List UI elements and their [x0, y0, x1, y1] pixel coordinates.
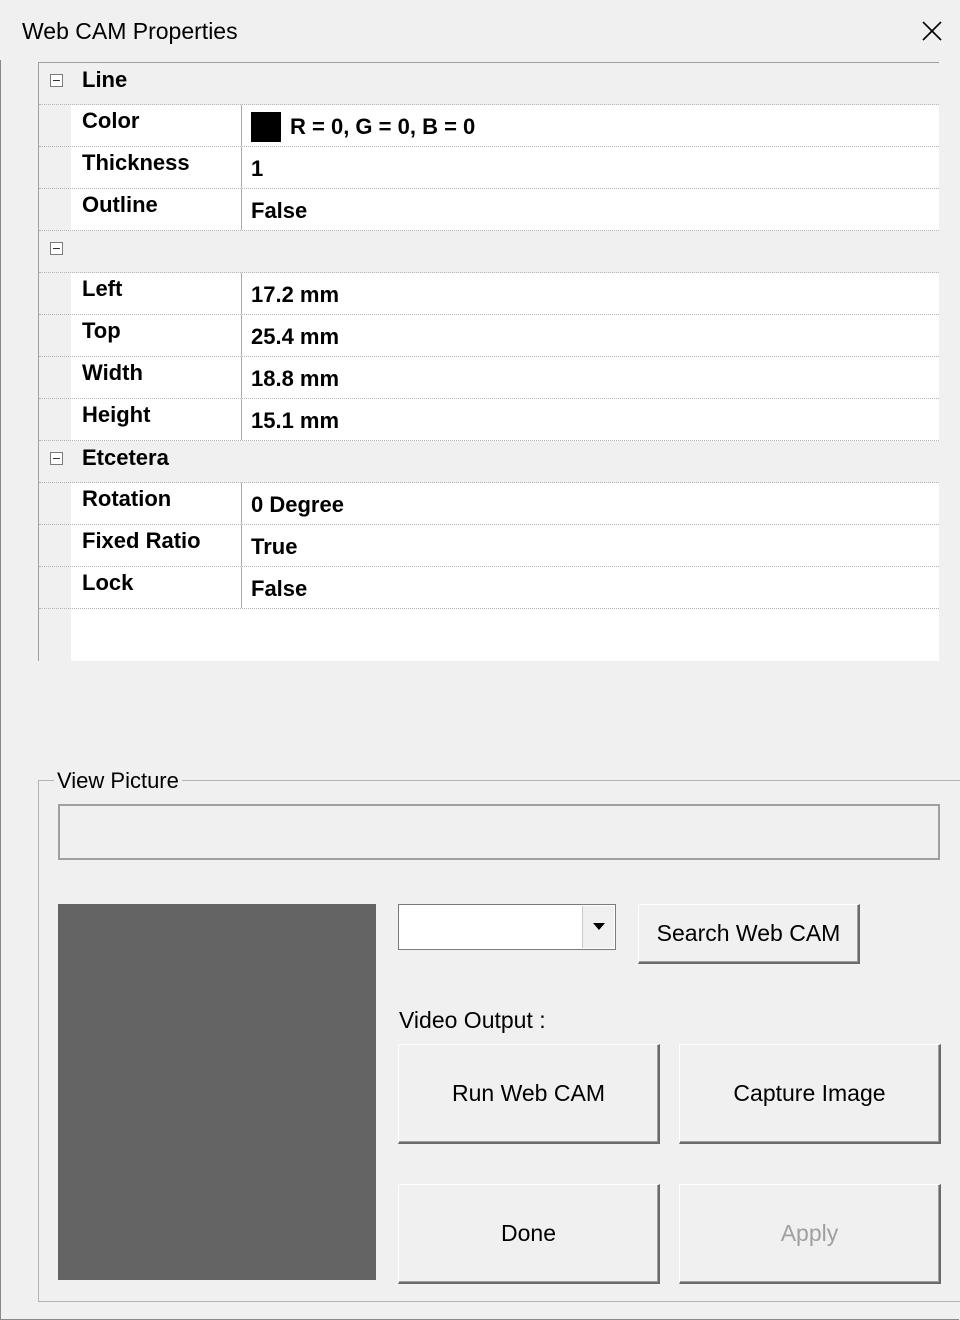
property-grid: Line Color R = 0, G = 0, B = 0 Thickness…: [38, 62, 939, 661]
property-row-width: Width 18.8 mm: [39, 357, 939, 399]
property-row-left: Left 17.2 mm: [39, 273, 939, 315]
property-row-outline: Outline False: [39, 189, 939, 231]
property-value: 18.8 mm: [251, 366, 340, 391]
property-value-cell[interactable]: R = 0, G = 0, B = 0: [241, 105, 939, 146]
property-value: 15.1 mm: [251, 408, 340, 433]
property-name: Color: [82, 108, 140, 133]
property-value-cell[interactable]: 18.8 mm: [241, 357, 939, 398]
property-value: True: [251, 534, 298, 559]
property-value-cell[interactable]: 1: [241, 147, 939, 188]
property-value: False: [251, 198, 308, 223]
property-name: Width: [82, 360, 143, 385]
title-bar: Web CAM Properties: [0, 0, 960, 60]
camera-preview: [58, 904, 376, 1280]
property-value-cell[interactable]: 25.4 mm: [241, 315, 939, 356]
property-value: 25.4 mm: [251, 324, 340, 349]
chevron-down-icon[interactable]: [582, 906, 614, 948]
property-value-cell[interactable]: 0 Degree: [241, 483, 939, 524]
property-row-lock: Lock False: [39, 567, 939, 609]
property-name: Left: [82, 276, 123, 301]
close-icon: [922, 21, 942, 41]
collapse-toggle-icon[interactable]: [50, 452, 63, 465]
window-title: Web CAM Properties: [22, 18, 238, 44]
property-row-color: Color R = 0, G = 0, B = 0: [39, 105, 939, 147]
close-button[interactable]: [900, 0, 960, 60]
property-row-height: Height 15.1 mm: [39, 399, 939, 441]
property-value: 17.2 mm: [251, 282, 340, 307]
run-webcam-button[interactable]: Run Web CAM: [398, 1044, 660, 1144]
category-label: Line: [82, 67, 128, 92]
property-value-cell[interactable]: True: [241, 525, 939, 566]
property-value-cell[interactable]: False: [241, 567, 939, 608]
property-name: Rotation: [82, 486, 172, 511]
search-webcam-button[interactable]: Search Web CAM: [638, 904, 860, 964]
property-row-thickness: Thickness 1: [39, 147, 939, 189]
property-row-fixed-ratio: Fixed Ratio True: [39, 525, 939, 567]
property-name: Fixed Ratio: [82, 528, 201, 553]
property-name: Lock: [82, 570, 134, 595]
property-value-cell[interactable]: 15.1 mm: [241, 399, 939, 440]
property-row-rotation: Rotation 0 Degree: [39, 483, 939, 525]
color-swatch: [251, 112, 281, 142]
done-button[interactable]: Done: [398, 1184, 660, 1284]
picture-path-field[interactable]: [58, 804, 940, 860]
property-name: Height: [82, 402, 151, 427]
category-label: Etcetera: [82, 445, 169, 470]
property-value-cell[interactable]: 17.2 mm: [241, 273, 939, 314]
property-name: Top: [82, 318, 121, 343]
property-value: 0 Degree: [251, 492, 344, 517]
apply-button[interactable]: Apply: [679, 1184, 941, 1284]
property-row-top: Top 25.4 mm: [39, 315, 939, 357]
property-name: Thickness: [82, 150, 190, 175]
category-position: [39, 231, 939, 273]
property-value: 1: [251, 156, 264, 181]
group-legend: View Picture: [54, 768, 182, 794]
property-value: False: [251, 576, 308, 601]
property-name: Outline: [82, 192, 158, 217]
camera-select[interactable]: [398, 904, 616, 950]
video-output-label: Video Output :: [399, 1007, 546, 1033]
category-line: Line: [39, 63, 939, 105]
collapse-toggle-icon[interactable]: [50, 242, 63, 255]
category-etcetera: Etcetera: [39, 441, 939, 483]
capture-image-button[interactable]: Capture Image: [679, 1044, 941, 1144]
property-value: R = 0, G = 0, B = 0: [290, 114, 476, 139]
collapse-toggle-icon[interactable]: [50, 74, 63, 87]
property-value-cell[interactable]: False: [241, 189, 939, 230]
